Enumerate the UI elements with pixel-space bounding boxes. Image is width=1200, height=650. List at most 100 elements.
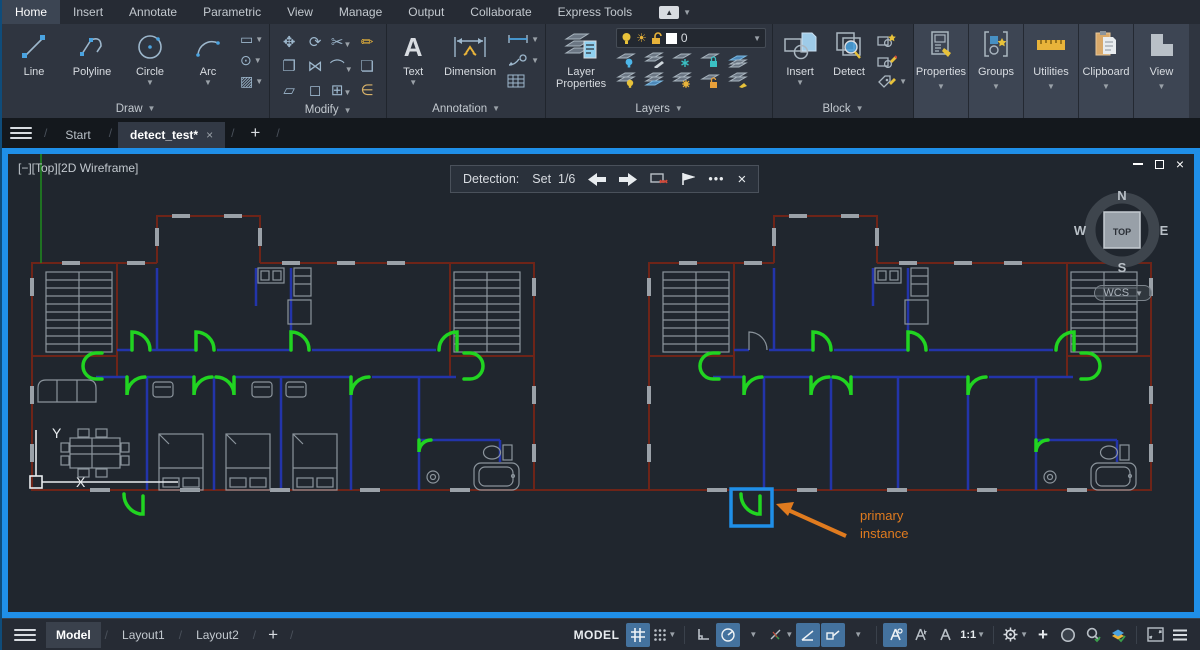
layer-freeze-icon[interactable] [672, 52, 692, 68]
tab-home[interactable]: Home [2, 0, 61, 24]
rectangle-tool-button[interactable]: ▭ ▼ [240, 30, 263, 48]
tab-insert[interactable]: Insert [60, 0, 116, 24]
primary-instance-box[interactable] [729, 487, 774, 528]
layout1-tab[interactable]: Layout1 [112, 622, 175, 648]
copy-icon[interactable]: ❐ [282, 57, 295, 75]
layer-unisolate-icon[interactable] [644, 72, 664, 88]
next-arrow-icon[interactable] [619, 172, 638, 186]
panel-utilities[interactable]: Utilities ▼ [1024, 24, 1079, 118]
layer-match-icon[interactable] [728, 52, 748, 68]
file-tab-start[interactable]: Start [53, 122, 102, 148]
layer-on-icon[interactable] [616, 52, 636, 68]
minimize-icon[interactable] [1132, 163, 1143, 165]
object-snap-toggle[interactable] [821, 622, 846, 647]
viewcube-north[interactable]: N [1117, 188, 1126, 203]
sync-selection-icon[interactable] [650, 172, 669, 186]
viewcube-east[interactable]: E [1160, 223, 1169, 238]
panel-groups[interactable]: Groups ▼ [969, 24, 1024, 118]
more-options-icon[interactable]: ••• [708, 172, 724, 186]
plan-crosshair-button[interactable]: + [1031, 623, 1055, 647]
workspace-gear-button[interactable]: ▼ [1000, 623, 1030, 647]
viewport-controls[interactable]: [−][Top][2D Wireframe] [18, 161, 138, 175]
detect-button[interactable]: Detect [827, 28, 871, 78]
panel-properties[interactable]: Properties ▼ [914, 24, 969, 118]
arc-button[interactable]: Arc ▼ [182, 28, 234, 87]
annotation-panel-label[interactable]: Annotation ▼ [387, 99, 545, 118]
wcs-dropdown[interactable]: WCS ▼ [1094, 285, 1152, 301]
close-icon[interactable]: × [206, 128, 213, 142]
modify-panel-label[interactable]: Modify ▼ [270, 102, 386, 118]
layer-thaw-icon[interactable] [672, 72, 692, 88]
model-tab[interactable]: Model [46, 621, 101, 648]
block-panel-label[interactable]: Block ▼ [773, 99, 913, 118]
hatch-tool-button[interactable]: ▨ ▼ [240, 72, 263, 90]
array-icon[interactable]: ⊞▼ [331, 81, 352, 99]
drawing-viewport[interactable]: [−][Top][2D Wireframe] × Detection: Set … [2, 148, 1200, 618]
flag-icon[interactable] [681, 172, 696, 186]
draw-panel-label[interactable]: Draw ▼ [2, 99, 269, 118]
layer-lock-icon[interactable] [700, 52, 720, 68]
trim-icon[interactable]: ✂▼ [331, 33, 352, 51]
panel-view[interactable]: View ▼ [1134, 24, 1189, 118]
fillet-icon[interactable]: ⌒▼ [330, 56, 353, 77]
close-icon[interactable]: × [1176, 157, 1184, 171]
close-icon[interactable]: × [738, 171, 747, 188]
customization-menu-icon[interactable] [1168, 623, 1192, 647]
create-block-button[interactable] [877, 30, 907, 48]
panel-clipboard[interactable]: Clipboard ▼ [1079, 24, 1134, 118]
text-button[interactable]: A Text ▼ [393, 28, 433, 88]
layout2-tab[interactable]: Layout2 [186, 622, 249, 648]
layer-isolate-icon[interactable] [616, 72, 636, 88]
layer-edit-icon[interactable] [644, 52, 665, 68]
previous-arrow-icon[interactable] [588, 172, 607, 186]
annotation-scale-value[interactable]: 1:1 ▼ [958, 623, 987, 647]
tab-collaborate[interactable]: Collaborate [457, 0, 544, 24]
leader-button[interactable]: ▼ [507, 51, 539, 69]
polar-dropdown[interactable]: ▼ [741, 623, 765, 647]
layer-paint-icon[interactable] [728, 72, 748, 88]
object-snap-dropdown[interactable]: ▼ [846, 623, 870, 647]
linear-dimension-button[interactable]: ▼ [507, 30, 539, 48]
polyline-button[interactable]: Polyline [66, 28, 118, 78]
rotate-icon[interactable]: ⟳ [309, 33, 322, 51]
dimension-button[interactable]: Dimension [439, 28, 501, 78]
tab-output[interactable]: Output [395, 0, 457, 24]
annotation-visibility-toggle[interactable] [883, 622, 908, 647]
grid-toggle[interactable] [626, 622, 651, 647]
circle-button[interactable]: Circle ▼ [124, 28, 176, 87]
isolate-objects-button[interactable] [1056, 623, 1080, 647]
insert-block-button[interactable]: Insert ▼ [779, 28, 821, 87]
model-space-badge[interactable]: MODEL [574, 628, 620, 642]
scale-icon[interactable]: ◻ [309, 81, 321, 99]
viewcube-south[interactable]: S [1118, 260, 1127, 275]
restore-icon[interactable] [1154, 159, 1164, 169]
file-tab-menu-icon[interactable] [10, 122, 32, 144]
polar-tracking-toggle[interactable] [716, 622, 741, 647]
autoscale-toggle[interactable] [908, 623, 932, 647]
stretch-icon[interactable]: ▱ [283, 81, 295, 99]
object-select-settings-button[interactable] [1081, 623, 1105, 647]
new-layout-button[interactable]: + [260, 625, 286, 645]
snap-toggle[interactable]: ▼ [651, 623, 678, 647]
erase-icon[interactable]: ✏ [361, 33, 374, 51]
move-icon[interactable]: ✥ [283, 33, 296, 51]
line-button[interactable]: Line [8, 28, 60, 78]
ribbon-display-button[interactable]: ▲ ▼ [659, 0, 691, 24]
ellipse-tool-button[interactable]: ⊙ ▼ [240, 51, 263, 69]
tab-view[interactable]: View [274, 0, 326, 24]
viewcube-west[interactable]: W [1074, 223, 1087, 238]
layout-menu-icon[interactable] [14, 624, 36, 646]
graphics-performance-button[interactable] [1106, 623, 1130, 647]
tab-express-tools[interactable]: Express Tools [545, 0, 645, 24]
edit-block-button[interactable] [877, 51, 907, 69]
file-tab-drawing[interactable]: detect_test* × [118, 122, 226, 148]
mirror-icon[interactable]: ⋈ [308, 57, 323, 75]
isometric-drafting-toggle[interactable]: ▼ [766, 623, 795, 647]
ortho-toggle[interactable] [691, 623, 715, 647]
new-drawing-button[interactable]: + [240, 121, 270, 148]
layer-unlock-icon[interactable] [700, 72, 720, 88]
layer-dropdown[interactable]: ☀ 0 ▼ [616, 28, 767, 48]
tab-parametric[interactable]: Parametric [190, 0, 274, 24]
tab-manage[interactable]: Manage [326, 0, 395, 24]
explode-icon[interactable]: ❏ [360, 57, 373, 75]
